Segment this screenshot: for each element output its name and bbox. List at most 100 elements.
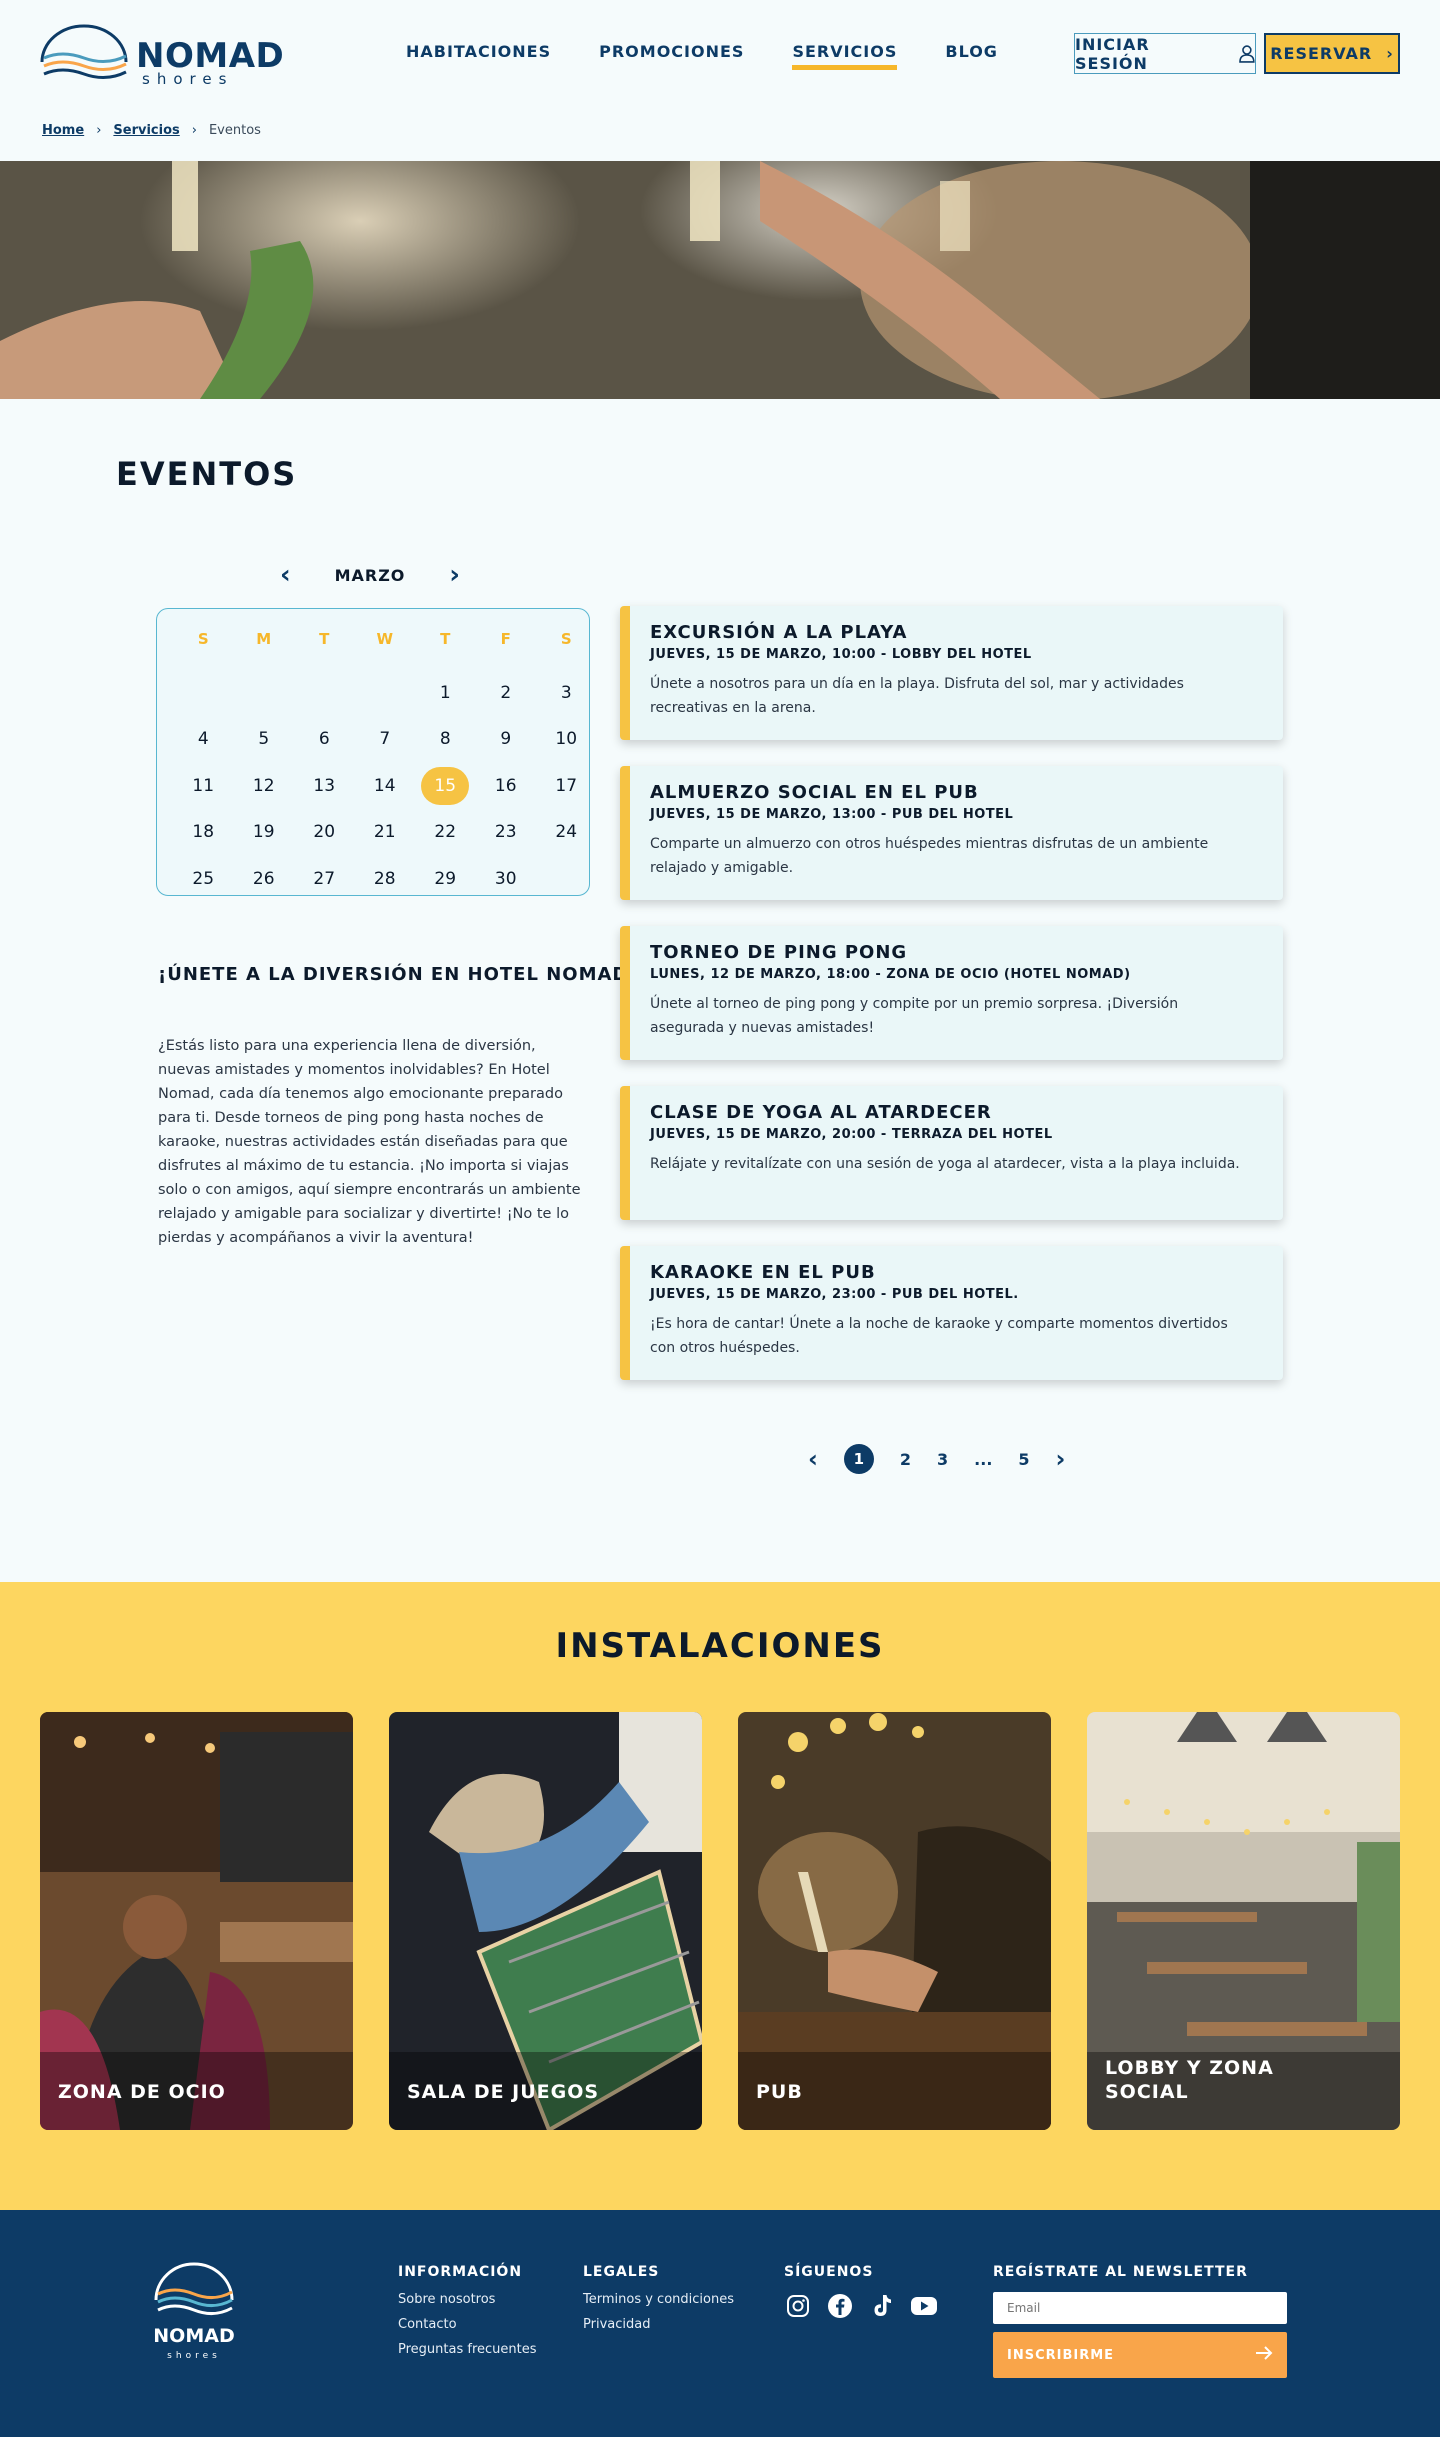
event-card[interactable]: CLASE DE YOGA AL ATARDECER JUEVES, 15 DE… [620, 1086, 1283, 1220]
newsletter-email-input[interactable] [993, 2292, 1287, 2324]
calendar-empty-cell [294, 670, 355, 717]
calendar-day[interactable]: 9 [476, 716, 537, 763]
book-button[interactable]: RESERVAR › [1264, 33, 1400, 74]
main-nav: HABITACIONES PROMOCIONES SERVICIOS BLOG [406, 42, 998, 70]
facility-label: PUB [756, 2081, 803, 2103]
chevron-left-icon[interactable]: ‹ [280, 560, 291, 590]
page-1[interactable]: 1 [843, 1444, 874, 1474]
footer-info: INFORMACIÓN Sobre nosotros Contacto Preg… [398, 2264, 537, 2367]
footer-link-terms[interactable]: Terminos y condiciones [583, 2292, 734, 2307]
footer-logo[interactable]: NOMAD shores [152, 2262, 236, 2362]
toast-photo [0, 161, 1440, 399]
chevron-right-icon: › [96, 123, 102, 138]
event-when: LUNES, 12 DE MARZO, 18:00 - ZONA DE OCIO… [650, 967, 1131, 982]
calendar-day[interactable]: 1 [415, 670, 476, 717]
brand-logo[interactable]: NOMAD shores [38, 22, 284, 88]
calendar-day[interactable]: 19 [234, 809, 295, 856]
calendar-day[interactable]: 22 [415, 809, 476, 856]
pub-photo [738, 1712, 1051, 2130]
chevron-right-icon[interactable]: › [1056, 1445, 1066, 1473]
tiktok-icon[interactable] [868, 2292, 896, 2320]
calendar-day[interactable]: 13 [294, 763, 355, 810]
calendar-day[interactable]: 28 [355, 856, 416, 903]
calendar-day[interactable]: 24 [536, 809, 597, 856]
breadcrumb-home[interactable]: Home [42, 123, 84, 138]
footer-link-contact[interactable]: Contacto [398, 2317, 537, 2332]
logo-waves-icon [40, 24, 128, 79]
footer-link-about[interactable]: Sobre nosotros [398, 2292, 537, 2307]
event-desc: Únete al torneo de ping pong y compite p… [650, 996, 1179, 1036]
newsletter-submit-button[interactable]: INSCRIBIRME [993, 2332, 1287, 2378]
calendar-day[interactable]: 17 [536, 763, 597, 810]
event-card[interactable]: TORNEO DE PING PONG LUNES, 12 DE MARZO, … [620, 926, 1283, 1060]
event-when: JUEVES, 15 DE MARZO, 23:00 - PUB DEL HOT… [650, 1287, 1019, 1302]
page-5[interactable]: 5 [1018, 1450, 1029, 1469]
footer-link-privacy[interactable]: Privacidad [583, 2317, 734, 2332]
nav-habitaciones[interactable]: HABITACIONES [406, 42, 551, 70]
calendar-day[interactable]: 27 [294, 856, 355, 903]
calendar-day[interactable]: 14 [355, 763, 416, 810]
calendar-day[interactable]: 8 [415, 716, 476, 763]
calendar-day[interactable]: 10 [536, 716, 597, 763]
calendar-day[interactable]: 18 [173, 809, 234, 856]
calendar-weekday: S [197, 630, 209, 648]
event-desc: Únete a nosotros para un día en la playa… [650, 676, 1184, 716]
calendar-day[interactable]: 11 [173, 763, 234, 810]
book-label: RESERVAR [1270, 44, 1373, 63]
page-2[interactable]: 2 [900, 1450, 911, 1469]
event-card[interactable]: ALMUERZO SOCIAL EN EL PUB JUEVES, 15 DE … [620, 766, 1283, 900]
breadcrumb-current: Eventos [208, 123, 261, 138]
intro-text: ¿Estás listo para una experiencia llena … [158, 1038, 581, 1246]
nav-servicios[interactable]: SERVICIOS [792, 42, 898, 70]
footer-newsletter: REGÍSTRATE AL NEWSLETTER INSCRIBIRME [993, 2264, 1287, 2378]
calendar-day[interactable]: 4 [173, 716, 234, 763]
calendar-day[interactable]: 7 [355, 716, 416, 763]
calendar-day[interactable]: 26 [234, 856, 295, 903]
game-room-photo [389, 1712, 702, 2130]
calendar-day[interactable]: 12 [234, 763, 295, 810]
footer-social: SÍGUENOS [784, 2264, 938, 2320]
facility-card[interactable]: LOBBY Y ZONA SOCIAL [1087, 1712, 1400, 2130]
calendar-day[interactable]: 20 [294, 809, 355, 856]
facebook-icon[interactable] [826, 2292, 854, 2320]
calendar-day[interactable]: 21 [355, 809, 416, 856]
event-desc: Relájate y revitalízate con una sesión d… [650, 1156, 1240, 1172]
event-card[interactable]: EXCURSIÓN A LA PLAYA JUEVES, 15 DE MARZO… [620, 606, 1283, 740]
event-desc: Comparte un almuerzo con otros huéspedes… [650, 836, 1209, 876]
facilities-section: INSTALACIONES ZONA DE OCIO SALA DE JUEGO… [0, 1582, 1440, 2210]
calendar-day[interactable]: 5 [234, 716, 295, 763]
calendar-day[interactable]: 25 [173, 856, 234, 903]
page-3[interactable]: 3 [937, 1450, 948, 1469]
calendar-weekday: S [560, 630, 572, 648]
calendar-weekday: T [440, 630, 451, 648]
logo-waves-icon: NOMAD shores [153, 2262, 235, 2361]
event-card[interactable]: KARAOKE EN EL PUB JUEVES, 15 DE MARZO, 2… [620, 1246, 1283, 1380]
brand-subtitle: shores [142, 70, 234, 88]
calendar-grid: S M T W T F S 1 2 3 4 5 6 7 8 9 10 11 12 13 14 15 16 17 18 19 20 21… [173, 623, 597, 902]
facilities-title: INSTALACIONES [555, 1626, 885, 1666]
footer-link-faq[interactable]: Preguntas frecuentes [398, 2342, 537, 2357]
calendar-day[interactable]: 23 [476, 809, 537, 856]
facility-card[interactable]: ZONA DE OCIO [40, 1712, 353, 2130]
calendar-day-selected[interactable]: 15 [415, 763, 476, 810]
event-when: JUEVES, 15 DE MARZO, 13:00 - PUB DEL HOT… [650, 807, 1014, 822]
facility-card[interactable]: SALA DE JUEGOS [389, 1712, 702, 2130]
nav-promociones[interactable]: PROMOCIONES [599, 42, 744, 70]
instagram-icon[interactable] [784, 2292, 812, 2320]
calendar-day[interactable]: 16 [476, 763, 537, 810]
calendar-day[interactable]: 30 [476, 856, 537, 903]
calendar-day[interactable]: 3 [536, 670, 597, 717]
calendar-day[interactable]: 2 [476, 670, 537, 717]
youtube-icon[interactable] [910, 2292, 938, 2320]
login-button[interactable]: INICIAR SESIÓN [1074, 33, 1256, 74]
chevron-right-icon[interactable]: › [449, 560, 460, 590]
calendar-day[interactable]: 6 [294, 716, 355, 763]
nav-blog[interactable]: BLOG [945, 42, 998, 70]
events-list: EXCURSIÓN A LA PLAYA JUEVES, 15 DE MARZO… [620, 606, 1283, 1406]
calendar-day[interactable]: 29 [415, 856, 476, 903]
breadcrumb-services[interactable]: Servicios [113, 123, 179, 138]
facility-card[interactable]: PUB [738, 1712, 1051, 2130]
chevron-left-icon[interactable]: ‹ [808, 1445, 818, 1473]
footer-legal-title: LEGALES [583, 2264, 660, 2280]
page-ellipsis: ... [974, 1449, 993, 1469]
